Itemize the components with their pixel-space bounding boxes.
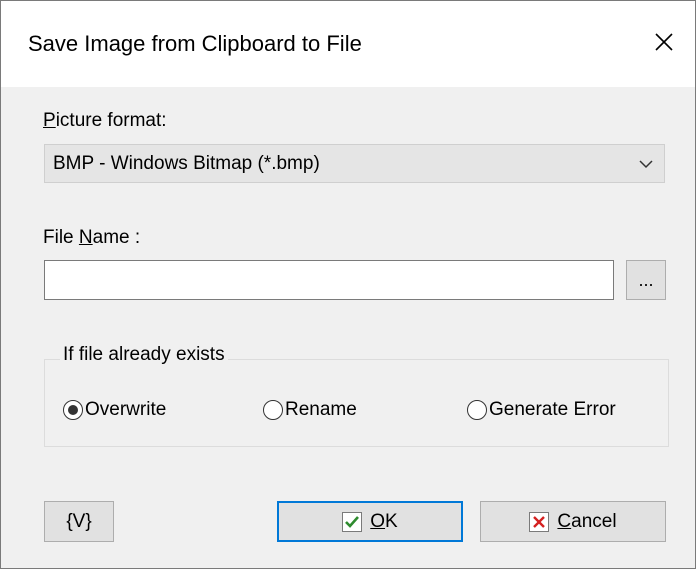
radio-overwrite[interactable]: Overwrite	[63, 399, 166, 421]
radio-generate-error[interactable]: Generate Error	[467, 399, 616, 421]
check-icon-svg	[345, 515, 360, 528]
file-name-input[interactable]	[44, 260, 614, 300]
ok-button[interactable]: OK	[277, 501, 463, 542]
dialog-title: Save Image from Clipboard to File	[28, 31, 362, 56]
picture-format-label: Picture format:	[43, 110, 167, 131]
radio-rename[interactable]: Rename	[263, 399, 357, 421]
picture-format-select[interactable]: BMP - Windows Bitmap (*.bmp)	[44, 144, 665, 183]
radio-circle	[63, 400, 83, 420]
dialog-window: Save Image from Clipboard to File Pictur…	[0, 0, 696, 569]
x-icon-svg	[533, 515, 546, 528]
exists-group-title: If file already exists	[60, 344, 228, 366]
radio-circle	[263, 400, 283, 420]
x-icon	[529, 511, 550, 532]
file-name-label: File Name :	[43, 227, 141, 248]
browse-button[interactable]: ...	[626, 260, 666, 300]
radio-circle	[467, 400, 487, 420]
picture-format-value: BMP - Windows Bitmap (*.bmp)	[53, 153, 320, 174]
close-icon	[655, 33, 673, 51]
cancel-button[interactable]: Cancel	[480, 501, 666, 542]
variables-button[interactable]: {V}	[44, 501, 114, 542]
check-icon	[342, 511, 363, 532]
title-bar: Save Image from Clipboard to File	[1, 1, 695, 87]
close-button[interactable]	[641, 19, 687, 65]
chevron-down-icon	[639, 160, 653, 169]
radio-dot	[68, 405, 78, 415]
